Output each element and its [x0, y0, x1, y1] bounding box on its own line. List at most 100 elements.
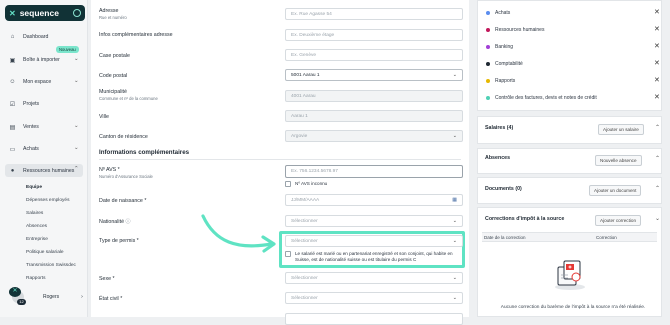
- chevron-up-icon[interactable]: ⌃: [655, 155, 660, 162]
- submenu-item[interactable]: Transmission Swissdec: [26, 263, 76, 268]
- close-icon[interactable]: ✕: [654, 59, 660, 67]
- ville-input: Aarau 1: [285, 110, 463, 122]
- people-icon: ●: [10, 168, 15, 174]
- cp-select[interactable]: 5001 Aarau 1 ⌄: [285, 69, 463, 81]
- home-icon: ⌂: [10, 34, 15, 40]
- inbox-icon: ▣: [9, 57, 16, 64]
- nationalite-label: Nationalité ⓘ: [99, 218, 131, 225]
- right-panel: Achats ✕ Ressources humaines ✕ Banking ✕…: [473, 0, 670, 317]
- card-title: Salaires (4): [485, 125, 514, 131]
- close-icon[interactable]: ✕: [654, 8, 660, 16]
- submenu-item[interactable]: Equipe: [26, 185, 42, 190]
- married-checkbox[interactable]: Le salarié est marié ou en partenariat e…: [285, 251, 463, 263]
- chevron-up-icon[interactable]: ⌃: [655, 124, 660, 131]
- submenu-item[interactable]: Rapports: [26, 276, 45, 281]
- assistant-icon[interactable]: ✕: [9, 287, 21, 297]
- sexe-select[interactable]: Sélectionner ⌄: [285, 272, 463, 284]
- adresse-input[interactable]: Ex. Rue Agasse 54: [285, 8, 463, 20]
- salaires-card: Salaires (4) Ajouter un salaire ⌃: [477, 116, 662, 144]
- doc-type-item[interactable]: Ressources humaines: [486, 27, 544, 33]
- chevron-down-icon: ⌄: [452, 133, 457, 139]
- chevron-down-icon: ⌄: [452, 295, 457, 301]
- infos-input[interactable]: Ex. Deuxième étage: [285, 29, 463, 41]
- new-absence-button[interactable]: Nouvelle absence: [595, 155, 642, 166]
- submenu-item[interactable]: Absences: [26, 224, 47, 229]
- nav-item-espace[interactable]: ☺ Mon espace: [8, 78, 51, 86]
- infos-label: Infos complémentaires adresse: [99, 32, 173, 38]
- notification-badge: 12: [17, 299, 26, 305]
- doc-type-item[interactable]: Contrôle des factures, devis et notes de…: [486, 95, 597, 101]
- add-salary-button[interactable]: Ajouter un salaire: [598, 124, 644, 135]
- doc-type-label: Ressources humaines: [495, 27, 545, 33]
- cp-label: Code postal: [99, 73, 128, 79]
- submenu-item[interactable]: Salaires: [26, 211, 43, 216]
- absences-card: Absences Nouvelle absence ⌃: [477, 148, 662, 174]
- nationalite-select[interactable]: Sélectionner ⌄: [285, 215, 463, 227]
- checkbox-box[interactable]: [285, 251, 291, 257]
- submenu-item[interactable]: Entreprise: [26, 237, 48, 242]
- doc-type-label: Contrôle des factures, devis et notes de…: [495, 95, 597, 101]
- add-document-button[interactable]: Ajouter un document: [589, 185, 642, 196]
- close-icon[interactable]: ✕: [654, 42, 660, 50]
- ville-value: Aarau 1: [291, 113, 308, 119]
- next-select[interactable]: [285, 313, 463, 325]
- doc-type-item[interactable]: Rapports: [486, 78, 515, 84]
- doc-type-item[interactable]: Banking: [486, 44, 513, 50]
- doc-type-label: Achats: [495, 10, 511, 16]
- chevron-down-icon[interactable]: ⌄: [655, 215, 660, 222]
- nav-item-dashboard[interactable]: ⌂ Dashboard: [8, 33, 49, 41]
- nav-label: Ventes: [23, 124, 39, 130]
- brand-logo[interactable]: ✕ sequence: [5, 5, 85, 21]
- corrections-card: Corrections d'impôt à la source Ajouter …: [477, 207, 662, 317]
- avs-hint: Numéro d'Assurance Sociale: [99, 174, 153, 179]
- muni-value: 4001 Aarau: [291, 93, 316, 99]
- collapse-icon[interactable]: [73, 9, 81, 17]
- add-correction-button[interactable]: Ajouter correction: [595, 215, 642, 226]
- canton-input: Argovie ⌄: [285, 130, 463, 142]
- doc-color-dot: [486, 79, 490, 83]
- etat-placeholder: Sélectionner: [291, 295, 318, 301]
- employee-form: Adresse Rue et numéro Ex. Rue Agasse 54 …: [91, 0, 469, 325]
- chevron-down-icon[interactable]: ⌄: [74, 123, 79, 129]
- nationalite-label-text: Nationalité: [99, 219, 125, 225]
- doc-color-dot: [486, 45, 490, 49]
- nav-item-rh[interactable]: ● Ressources humaines: [8, 167, 75, 175]
- nav-item-boite[interactable]: ▣ Boîte à importer: [8, 56, 60, 64]
- calendar-icon[interactable]: ▦: [452, 197, 457, 203]
- doc-type-item[interactable]: Achats: [486, 10, 510, 16]
- avs-unknown-checkbox[interactable]: Nº AVS inconnu: [285, 181, 327, 187]
- new-badge: Nouveau: [56, 46, 79, 53]
- case-input[interactable]: Ex. Genève: [285, 49, 463, 61]
- close-icon[interactable]: ✕: [654, 93, 660, 101]
- chevron-down-icon[interactable]: ⌄: [74, 56, 79, 62]
- permis-select[interactable]: Sélectionner ⌄: [285, 235, 463, 247]
- close-icon[interactable]: ✕: [654, 25, 660, 33]
- canton-label: Canton de résidence: [99, 134, 148, 140]
- doc-type-item[interactable]: Comptabilité: [486, 61, 523, 67]
- column-header: Correction: [596, 235, 617, 240]
- chevron-up-icon[interactable]: ⌃: [74, 166, 79, 172]
- nav-label: Achats: [23, 146, 39, 152]
- submenu-item[interactable]: Dépenses employés: [26, 198, 69, 203]
- nav-label: Projets: [23, 101, 40, 107]
- nav-item-achats[interactable]: ▭ Achats: [8, 145, 39, 153]
- submenu-item[interactable]: Politique salariale: [26, 250, 64, 255]
- adresse-label: Adresse: [99, 8, 119, 14]
- etat-select[interactable]: Sélectionner ⌄: [285, 292, 463, 304]
- column-header: Date de la correction: [484, 235, 526, 240]
- nav-item-projets[interactable]: ☑ Projets: [8, 100, 39, 108]
- ville-label: Ville: [99, 114, 109, 120]
- nav-item-ventes[interactable]: ▤ Ventes: [8, 123, 39, 131]
- card-title: Documents (0): [485, 186, 522, 192]
- checkbox-box[interactable]: [285, 181, 291, 187]
- avs-input[interactable]: Ex. 756.1234.5678.97: [285, 165, 463, 178]
- chevron-down-icon[interactable]: ⌄: [74, 78, 79, 84]
- chevron-down-icon[interactable]: ⌄: [74, 145, 79, 151]
- close-icon[interactable]: ✕: [654, 76, 660, 84]
- info-icon[interactable]: ⓘ: [126, 219, 131, 225]
- chevron-down-icon: ⌄: [452, 275, 457, 281]
- chevron-up-icon[interactable]: ⌃: [655, 185, 660, 192]
- birthdate-input[interactable]: JJ/MM/AAAA ▦: [285, 194, 463, 206]
- cp-value: 5001 Aarau 1: [291, 72, 320, 78]
- empty-state-text: Aucune correction du barème de l'impôt à…: [500, 305, 646, 310]
